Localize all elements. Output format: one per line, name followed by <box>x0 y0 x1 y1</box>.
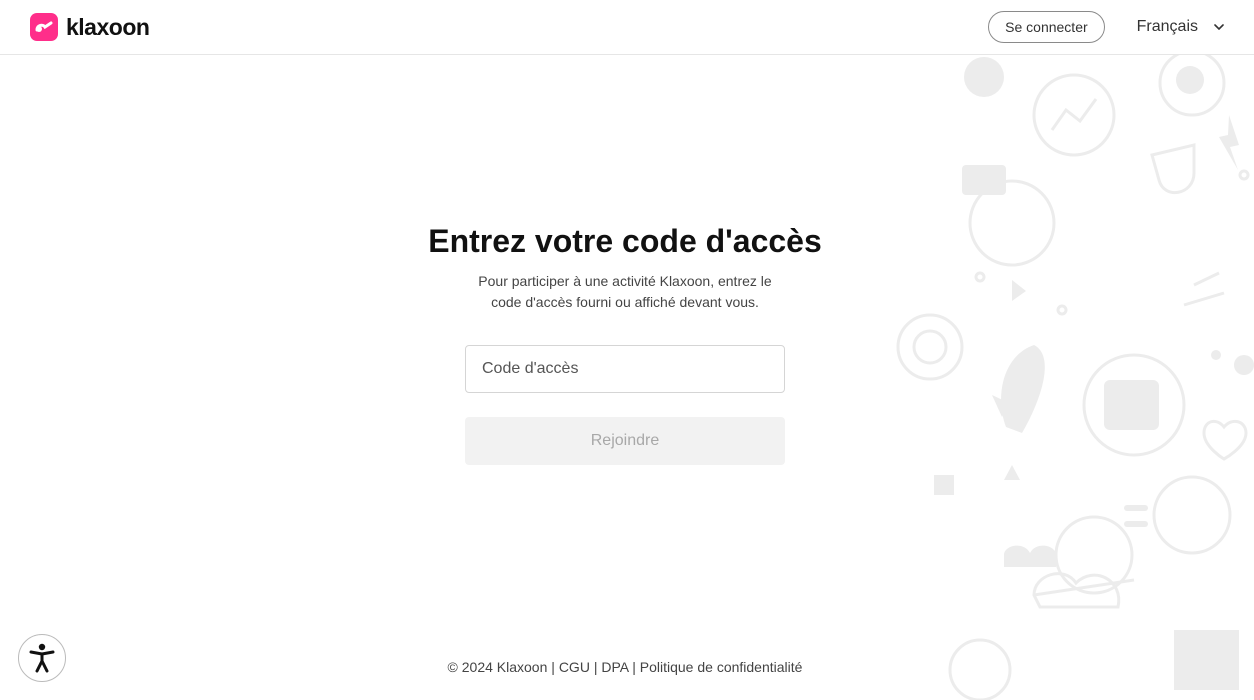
join-button[interactable]: Rejoindre <box>465 417 785 465</box>
chevron-down-icon <box>1214 24 1224 30</box>
klaxoon-logo-icon <box>30 13 58 41</box>
dpa-link[interactable]: DPA <box>601 659 628 675</box>
brand-name: klaxoon <box>66 13 150 40</box>
footer: © 2024 Klaxoon | CGU | DPA | Politique d… <box>447 659 803 675</box>
login-button[interactable]: Se connecter <box>988 11 1105 43</box>
klaxoon-logo[interactable]: klaxoon <box>30 13 150 41</box>
accessibility-button[interactable] <box>18 634 66 682</box>
page-title: Entrez votre code d'accès <box>428 223 822 259</box>
cgu-link[interactable]: CGU <box>559 659 590 675</box>
page-subtitle: Pour participer à une activité Klaxoon, … <box>478 273 772 310</box>
access-code-input[interactable] <box>465 345 785 393</box>
top-header: klaxoon Se connecter Français <box>0 0 1254 55</box>
page: klaxoon Se connecter Français Entrez vot… <box>0 0 1254 700</box>
copyright-text: © 2024 Klaxoon <box>447 659 548 675</box>
header-actions: Se connecter Français <box>988 11 1224 43</box>
privacy-policy-link[interactable]: Politique de confidentialité <box>640 659 803 675</box>
language-selector[interactable]: Français <box>1137 18 1224 36</box>
language-label: Français <box>1136 18 1198 35</box>
join-panel: Entrez votre code d'accès Pour participe… <box>0 55 1254 645</box>
accessibility-icon <box>29 643 55 673</box>
